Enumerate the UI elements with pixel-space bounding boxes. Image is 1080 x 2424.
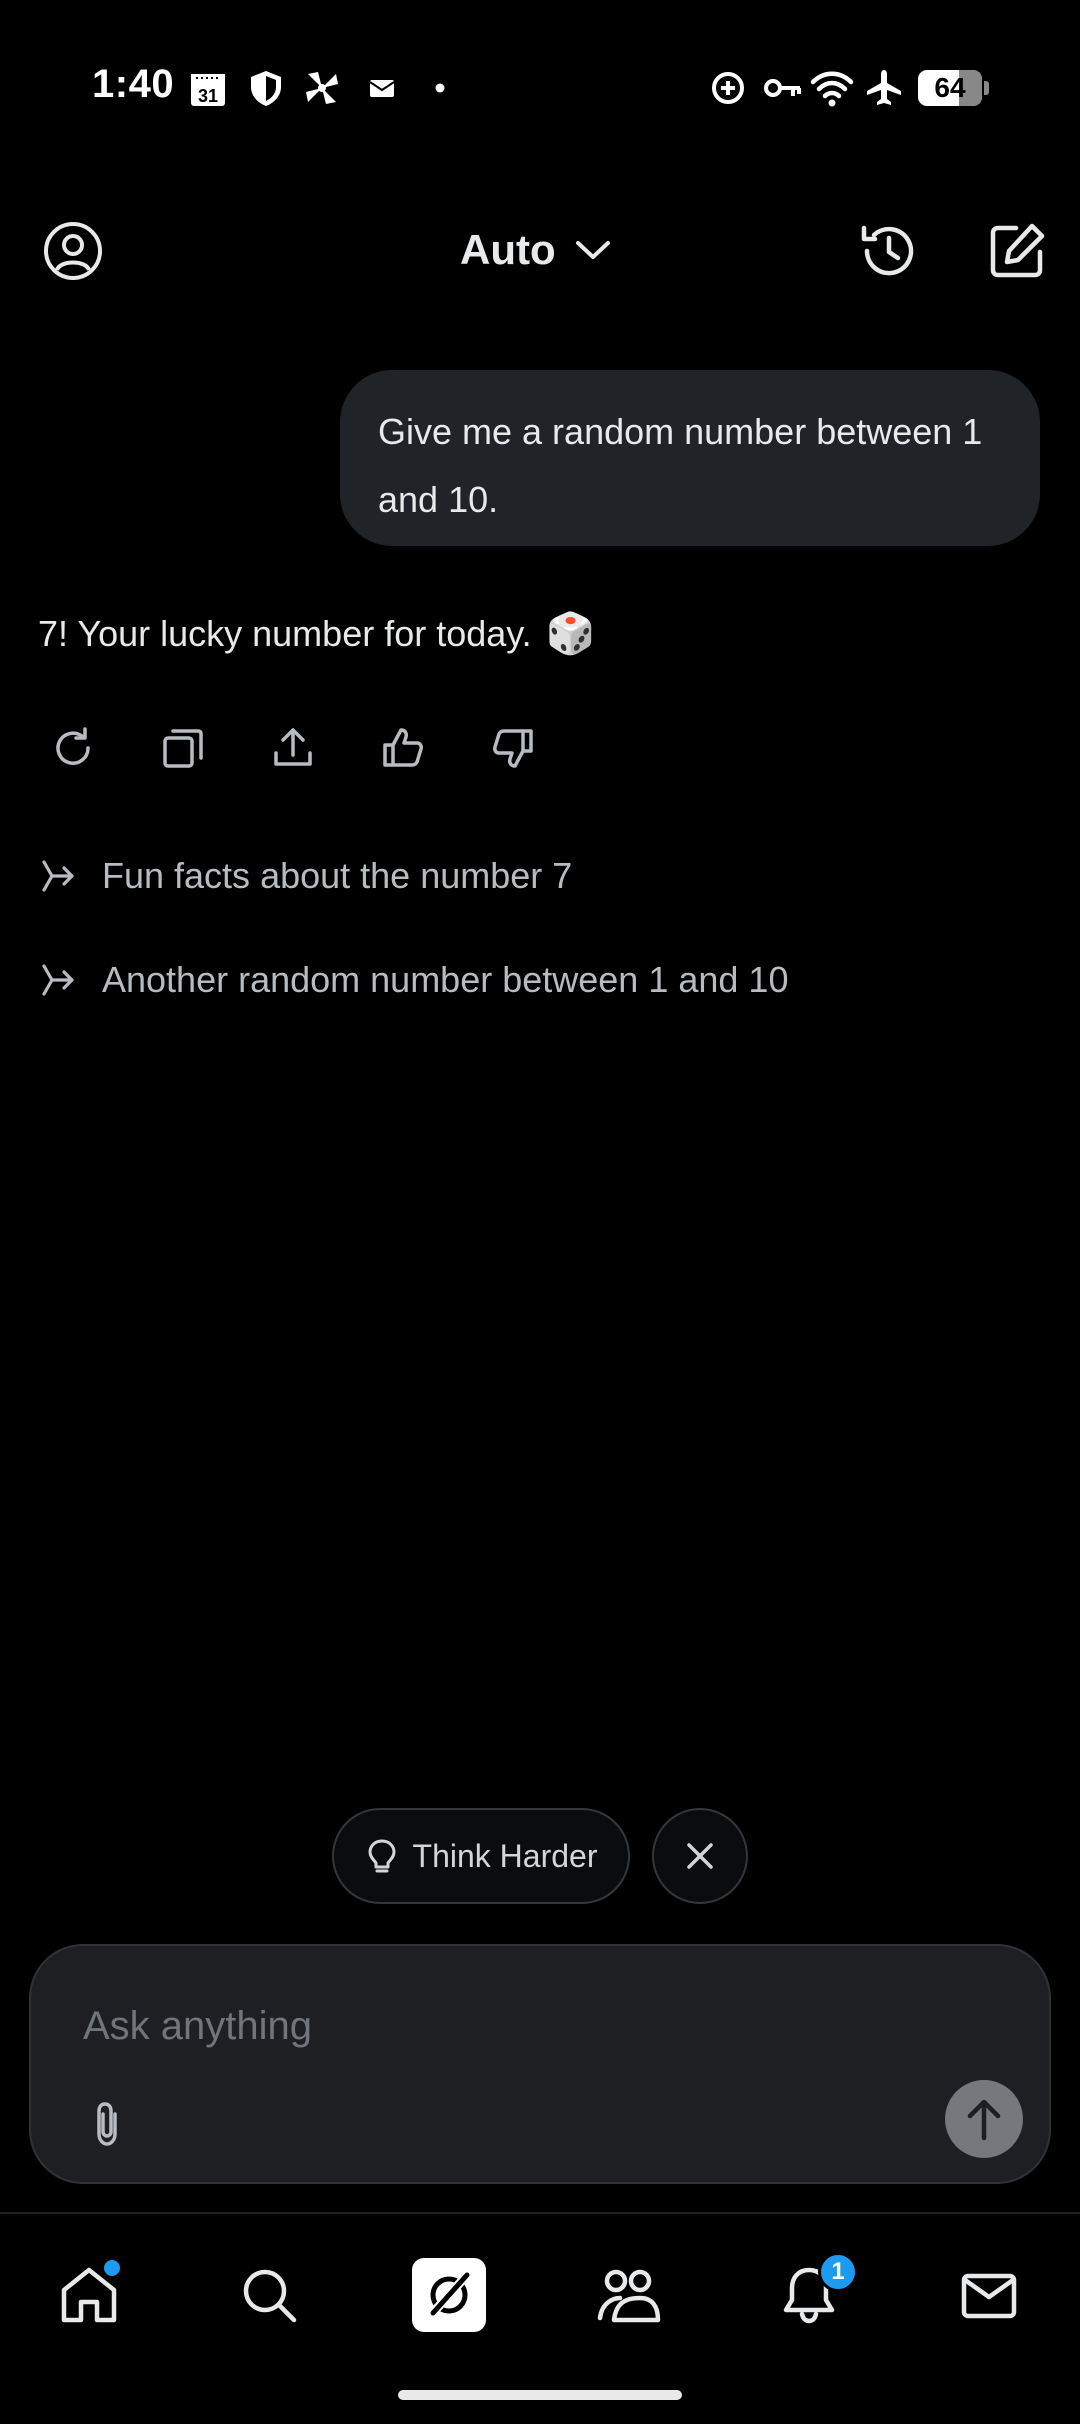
- suggestion-label: Another random number between 1 and 10: [102, 959, 789, 1000]
- assistant-reply: 7! Your lucky number for today. 🎲: [38, 610, 595, 657]
- thumbs-down-icon: [493, 729, 533, 768]
- grok-tile: [412, 2258, 486, 2332]
- message-input[interactable]: [83, 1996, 963, 2056]
- regenerate-button[interactable]: [38, 712, 148, 784]
- battery-level: 64: [934, 72, 966, 103]
- suggestion-item[interactable]: Fun facts about the number 7: [38, 841, 572, 911]
- arrow-up-icon: [967, 2099, 1001, 2141]
- shield-icon: [251, 71, 281, 106]
- people-icon: [597, 2269, 661, 2323]
- history-icon: [861, 225, 914, 276]
- nav-communities[interactable]: [584, 2250, 674, 2340]
- send-button[interactable]: [945, 2080, 1023, 2158]
- vpn-key-icon: [764, 79, 801, 97]
- paperclip-icon: [97, 2102, 117, 2146]
- nav-search[interactable]: [224, 2250, 314, 2340]
- refresh-icon: [56, 727, 90, 765]
- dice-emoji: 🎲: [545, 611, 596, 657]
- battery-indicator: 64: [918, 70, 989, 106]
- model-label: Auto: [460, 226, 556, 273]
- notifications-badge: 1: [818, 2252, 858, 2292]
- close-icon: [687, 1843, 713, 1869]
- copy-button[interactable]: [148, 712, 258, 784]
- grok-icon: [427, 2271, 471, 2319]
- user-message-bubble: Give me a random number between 1 and 10…: [340, 370, 1040, 546]
- new-chat-button[interactable]: [982, 216, 1052, 286]
- calendar-day: 31: [198, 86, 218, 106]
- airplane-mode-icon: [867, 70, 901, 105]
- nav-notifications[interactable]: 1: [764, 2250, 858, 2340]
- user-circle-icon: [44, 222, 102, 280]
- assistant-reply-text: 7! Your lucky number for today.: [38, 612, 532, 654]
- edit-icon: [990, 223, 1045, 278]
- history-button[interactable]: [854, 216, 924, 286]
- user-message-text: Give me a random number between 1 and 10…: [378, 411, 983, 520]
- suggestion-item[interactable]: Another random number between 1 and 10: [38, 945, 788, 1015]
- calendar-icon: 31: [191, 74, 225, 106]
- follow-up-arrow-icon: [42, 860, 74, 892]
- pinwheel-icon: [306, 72, 338, 104]
- suggestion-label: Fun facts about the number 7: [102, 855, 573, 896]
- follow-up-arrow-icon: [42, 964, 74, 996]
- mail-notification-icon: [369, 80, 395, 97]
- reply-actions: [38, 712, 588, 784]
- dismiss-think-harder-button[interactable]: [652, 1808, 748, 1904]
- chevron-down-icon: [575, 241, 610, 259]
- attach-button[interactable]: [77, 2094, 137, 2154]
- thumbs-up-button[interactable]: [368, 712, 478, 784]
- copy-icon: [163, 729, 203, 768]
- envelope-icon: [961, 2273, 1017, 2319]
- message-composer: [29, 1944, 1051, 2184]
- chat-header: Auto: [0, 200, 1080, 300]
- search-icon: [243, 2269, 297, 2323]
- status-bar: 1:40 31 64: [0, 0, 1080, 175]
- nav-messages[interactable]: [944, 2250, 1034, 2340]
- more-notifications-dot: [435, 83, 445, 93]
- profile-button[interactable]: [38, 216, 108, 286]
- wifi-icon: [810, 71, 854, 107]
- data-saver-icon: [712, 72, 744, 104]
- lightbulb-icon: [368, 1839, 396, 1873]
- nav-home[interactable]: [44, 2250, 134, 2340]
- share-icon: [274, 728, 312, 766]
- home-unread-dot: [104, 2260, 120, 2276]
- think-harder-button[interactable]: Think Harder: [332, 1808, 630, 1904]
- share-button[interactable]: [258, 712, 368, 784]
- nav-grok[interactable]: [404, 2250, 494, 2340]
- model-selector[interactable]: Auto: [460, 220, 612, 280]
- thumbs-up-icon: [383, 728, 423, 767]
- think-harder-label: Think Harder: [412, 1837, 598, 1874]
- status-time: 1:40: [92, 62, 175, 106]
- thumbs-down-button[interactable]: [478, 712, 588, 784]
- home-indicator[interactable]: [398, 2390, 682, 2400]
